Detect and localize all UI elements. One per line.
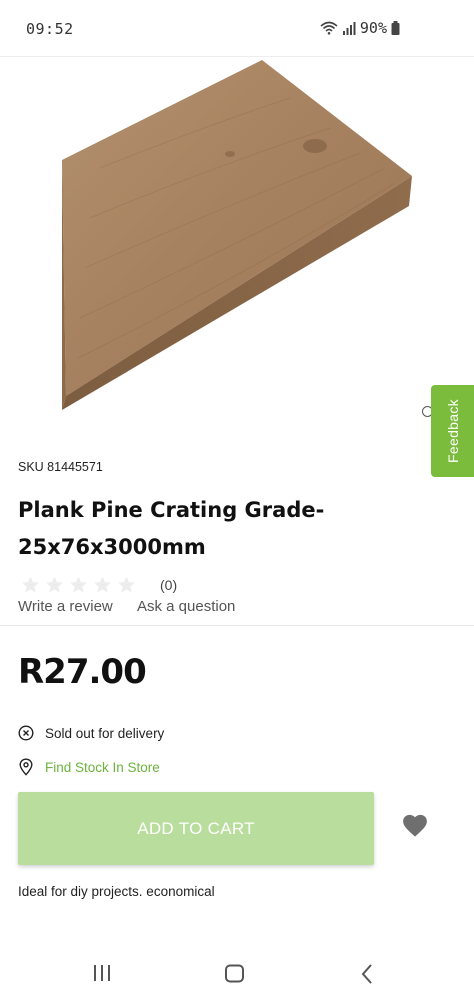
review-count: (0) (160, 577, 178, 593)
location-pin-icon (19, 758, 33, 776)
signal-icon (342, 22, 356, 35)
wifi-icon (320, 21, 338, 35)
battery-level: 90% (359, 19, 387, 37)
availability-row: Sold out for delivery (18, 725, 164, 741)
product-title: Plank Pine Crating Grade- 25x76x3000mm (18, 492, 398, 566)
product-sku: SKU 81445571 (18, 460, 103, 474)
star-icon (118, 576, 135, 593)
product-description: Ideal for diy projects. economical (18, 884, 215, 899)
recent-apps-icon[interactable] (92, 964, 112, 982)
status-divider (0, 56, 474, 57)
battery-icon (391, 21, 400, 35)
star-icon (22, 576, 39, 593)
rating-stars (20, 575, 137, 595)
navigation-bar (0, 950, 474, 1000)
section-divider (0, 625, 474, 626)
add-to-cart-button[interactable]: ADD TO CART (18, 792, 374, 865)
availability-text: Sold out for delivery (45, 725, 165, 741)
find-stock-row[interactable]: Find Stock In Store (18, 758, 160, 776)
star-icon (46, 576, 63, 593)
circle-x-icon (18, 725, 34, 741)
ask-question-link[interactable]: Ask a question (137, 598, 235, 615)
product-price: R27.00 (18, 652, 147, 692)
write-review-link[interactable]: Write a review (18, 598, 113, 615)
status-icons: 90% (320, 19, 400, 37)
star-icon (70, 576, 87, 593)
home-icon[interactable] (224, 964, 246, 984)
heart-icon[interactable] (401, 812, 429, 838)
star-icon (94, 576, 111, 593)
find-stock-link[interactable]: Find Stock In Store (45, 760, 160, 775)
status-bar: 09:52 90% (0, 0, 474, 56)
product-title-line-1: Plank Pine Crating Grade- (18, 498, 325, 522)
product-image (62, 60, 412, 410)
status-time: 09:52 (26, 20, 74, 38)
add-to-cart-label: ADD TO CART (137, 818, 255, 838)
back-icon[interactable] (359, 963, 375, 985)
feedback-tab[interactable]: Feedback (431, 385, 474, 477)
product-title-line-2: 25x76x3000mm (18, 535, 206, 559)
feedback-label: Feedback (444, 399, 461, 463)
